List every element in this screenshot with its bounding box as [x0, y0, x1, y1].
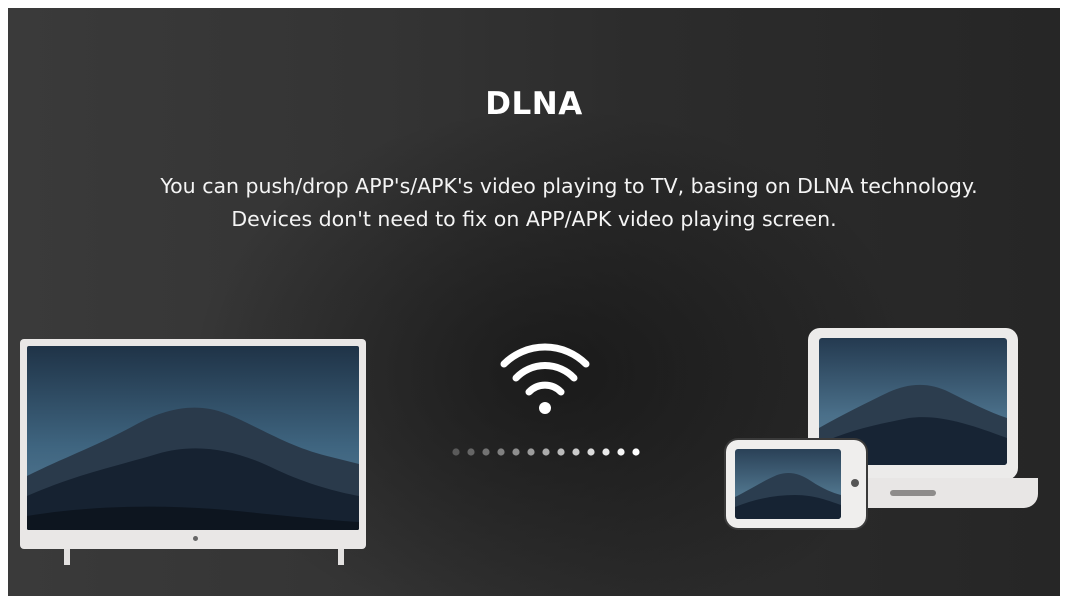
- wifi-icon: [496, 336, 594, 418]
- tv-leg-right: [338, 549, 344, 565]
- phone-screen-wallpaper: [735, 449, 841, 519]
- tv-leg-left: [64, 549, 70, 565]
- page-title: DLNA: [485, 86, 583, 122]
- laptop-touchpad: [890, 490, 936, 496]
- description-line-1: You can push/drop APP's/APK's video play…: [160, 174, 978, 198]
- phone-home-button: [851, 479, 859, 487]
- phone-icon: [726, 440, 866, 528]
- description-line-2: Devices don't need to fix on APP/APK vid…: [231, 207, 837, 231]
- transfer-dots: [448, 445, 648, 459]
- tv-power-dot: [193, 536, 198, 541]
- tv-icon: [20, 339, 380, 567]
- dlna-screen: DLNA You can push/drop APP's/APK's video…: [8, 8, 1060, 596]
- tv-screen-wallpaper: [27, 346, 359, 530]
- tv-frame: [20, 339, 366, 549]
